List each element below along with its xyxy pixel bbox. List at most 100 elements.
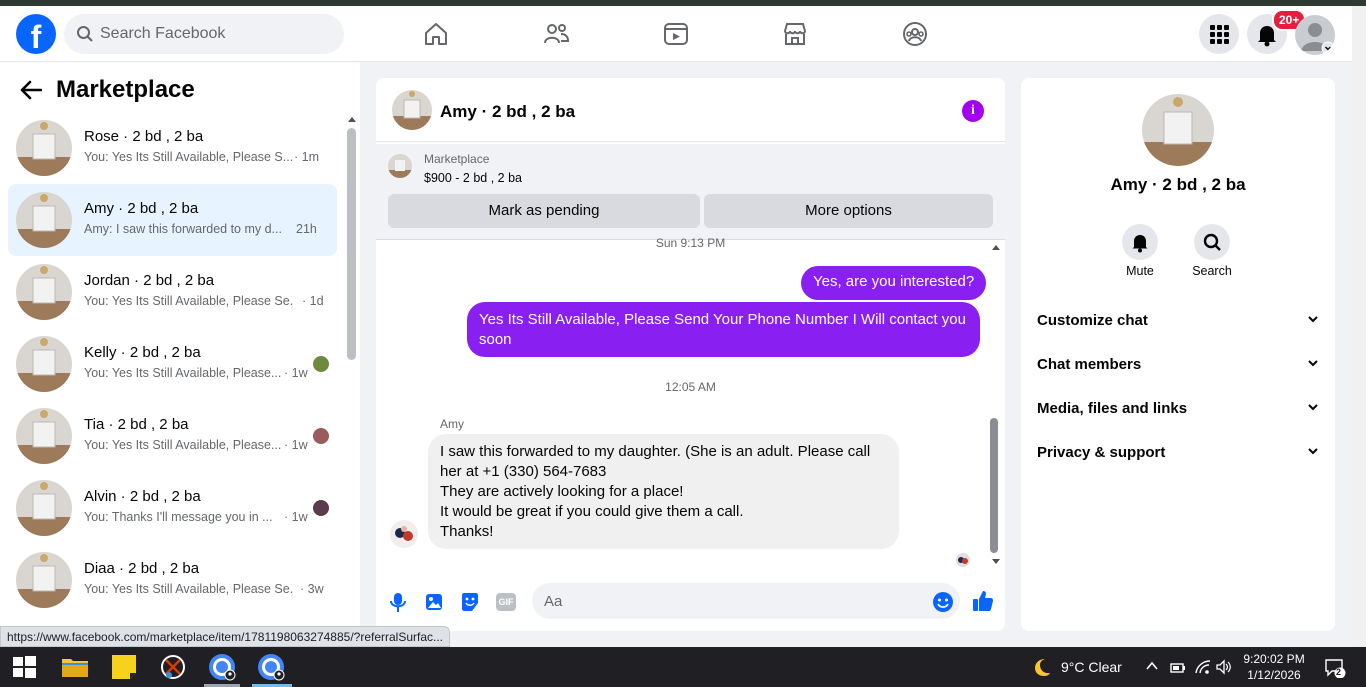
conversation-item[interactable]: Jordan · 2 bd , 2 ba You: Yes Its Still A… — [8, 256, 337, 328]
marketplace-label: Marketplace — [424, 152, 490, 166]
message-input[interactable]: Aa — [532, 583, 960, 619]
top-navigation-bar: f Search Facebook 20+ — [0, 6, 1352, 62]
seen-avatar — [313, 428, 329, 444]
home-icon[interactable] — [422, 20, 450, 48]
marketplace-icon[interactable] — [781, 20, 809, 48]
search-conversation-button[interactable] — [1194, 224, 1230, 260]
seen-avatar — [313, 356, 329, 372]
windows-start-icon[interactable] — [8, 651, 40, 683]
search-input[interactable]: Search Facebook — [64, 14, 344, 54]
message-line: Thanks! — [440, 523, 494, 540]
chrome-profile-icon[interactable] — [255, 651, 287, 683]
gif-button[interactable]: GIF — [496, 593, 516, 611]
watch-icon[interactable] — [662, 20, 690, 48]
chrome-profile-icon[interactable] — [206, 651, 238, 683]
chevron-up-icon[interactable] — [1145, 660, 1159, 672]
conversation-item[interactable]: Tia · 2 bd , 2 ba You: Yes Its Still Avai… — [8, 400, 337, 472]
chat-listing-thumbnail[interactable] — [392, 90, 432, 130]
mute-bell-icon — [1132, 235, 1148, 253]
conversation-item[interactable]: Amy · 2 bd , 2 ba Amy: I saw this forward… — [8, 184, 337, 256]
sidebar-scrollbar-thumb[interactable] — [347, 128, 356, 360]
conversation-item[interactable]: Kelly · 2 bd , 2 ba You: Yes Its Still Av… — [8, 328, 337, 400]
clock-time: 9:20:02 PM — [1243, 652, 1305, 666]
outgoing-message[interactable]: Yes, are you interested? — [801, 266, 987, 300]
search-label: Search — [1192, 264, 1232, 278]
wifi-icon[interactable] — [1194, 659, 1212, 675]
timestamp-top: Sun 9:13 PM — [655, 236, 726, 250]
search-icon — [1203, 233, 1221, 251]
outgoing-message[interactable]: Yes Its Still Available, Please Send You… — [467, 302, 980, 357]
info-icon[interactable]: i — [962, 100, 984, 122]
search-placeholder: Search Facebook — [100, 25, 226, 42]
photo-icon[interactable] — [424, 591, 444, 613]
menu-button[interactable] — [1199, 14, 1239, 54]
incoming-message[interactable]: I saw this forwarded to my daughter. (Sh… — [428, 434, 899, 549]
windows-taskbar: 9°C Clear 9:20:02 PM 1/12/2026 2 — [0, 647, 1366, 687]
mute-button[interactable] — [1122, 224, 1158, 260]
chat-scrollbar-thumb[interactable] — [990, 418, 998, 553]
message-line: They are actively looking for a place! — [440, 483, 684, 500]
conversation-name: Jordan · 2 bd , 2 ba — [84, 272, 215, 289]
listing-price[interactable]: $900 - 2 bd , 2 ba — [424, 171, 522, 185]
volume-icon[interactable] — [1215, 659, 1233, 675]
system-clock[interactable]: 9:20:02 PM 1/12/2026 — [1238, 651, 1310, 683]
conversation-thumbnail — [16, 120, 72, 176]
conversation-item[interactable]: Rose · 2 bd , 2 ba You: Yes Its Still Ava… — [8, 112, 337, 184]
conversation-name: Alvin · 2 bd , 2 ba — [84, 488, 201, 505]
chat-header: Amy · 2 bd , 2 ba i — [376, 78, 1005, 142]
chevron-down-icon — [1308, 404, 1318, 411]
facebook-logo[interactable]: f — [16, 14, 56, 54]
conversation-time: · 1w — [284, 438, 308, 452]
conversation-thumbnail — [16, 336, 72, 392]
chevron-down-icon — [1308, 360, 1318, 367]
listing-small-thumbnail[interactable] — [388, 154, 412, 178]
more-options-button[interactable]: More options — [704, 194, 993, 228]
conversation-snippet: You: Yes Its Still Available, Please... — [84, 438, 282, 452]
chat-members-row[interactable]: Chat members — [1037, 344, 1319, 384]
conversation-thumbnail — [16, 408, 72, 464]
page-scrollbar[interactable] — [1352, 6, 1366, 647]
details-listing-thumbnail[interactable] — [1142, 94, 1214, 166]
microphone-icon[interactable] — [388, 591, 408, 613]
file-explorer-icon[interactable] — [59, 651, 91, 683]
conversation-time: · 1d — [302, 294, 324, 308]
conversation-item[interactable]: Diaa · 2 bd , 2 ba You: Yes Its Still Ava… — [8, 544, 337, 616]
sender-avatar[interactable] — [390, 520, 418, 548]
link-status-bar: https://www.facebook.com/marketplace/ite… — [0, 626, 451, 647]
notification-center-icon[interactable] — [1324, 658, 1346, 678]
seen-avatar — [313, 500, 329, 516]
weather-text[interactable]: 9°C Clear — [1061, 659, 1122, 675]
friends-icon[interactable] — [542, 20, 570, 48]
like-icon[interactable] — [972, 589, 994, 613]
privacy-support-row[interactable]: Privacy & support — [1037, 432, 1319, 472]
moon-weather-icon[interactable] — [1030, 656, 1052, 678]
battery-icon[interactable] — [1169, 659, 1187, 675]
account-avatar[interactable] — [1295, 15, 1335, 55]
conversation-thumbnail — [16, 192, 72, 248]
conversation-snippet: Amy: I saw this forwarded to my d... — [84, 222, 282, 236]
conversation-time: 21h — [296, 222, 317, 236]
chevron-down-icon — [1308, 316, 1318, 323]
groups-icon[interactable] — [901, 20, 929, 48]
conversation-time: · 3w — [300, 582, 324, 596]
conversation-item[interactable]: Alvin · 2 bd , 2 ba You: Thanks I'll mess… — [8, 472, 337, 544]
mark-as-pending-button[interactable]: Mark as pending — [388, 194, 700, 228]
customize-chat-row[interactable]: Customize chat — [1037, 300, 1319, 340]
row-label: Privacy & support — [1037, 444, 1166, 461]
back-arrow-icon[interactable] — [20, 80, 42, 100]
conversation-time: · 1m — [294, 150, 319, 164]
grid-menu-icon — [1210, 25, 1229, 44]
snipping-tool-icon[interactable] — [157, 651, 189, 683]
clock-date: 1/12/2026 — [1247, 668, 1301, 682]
conversation-snippet: You: Yes Its Still Available, Please Se.… — [84, 294, 294, 308]
seen-avatar — [956, 553, 970, 567]
sticky-notes-icon[interactable] — [108, 651, 140, 683]
media-files-links-row[interactable]: Media, files and links — [1037, 388, 1319, 428]
message-line: It would be great if you could give them… — [440, 503, 744, 520]
message-placeholder: Aa — [544, 593, 563, 610]
chat-title[interactable]: Amy · 2 bd , 2 ba — [440, 102, 575, 122]
chat-details-panel: Amy · 2 bd , 2 ba Mute Search Customize … — [1021, 78, 1335, 631]
conversation-name: Amy · 2 bd , 2 ba — [84, 200, 199, 217]
emoji-icon[interactable] — [932, 591, 954, 613]
sticker-icon[interactable] — [460, 591, 480, 613]
